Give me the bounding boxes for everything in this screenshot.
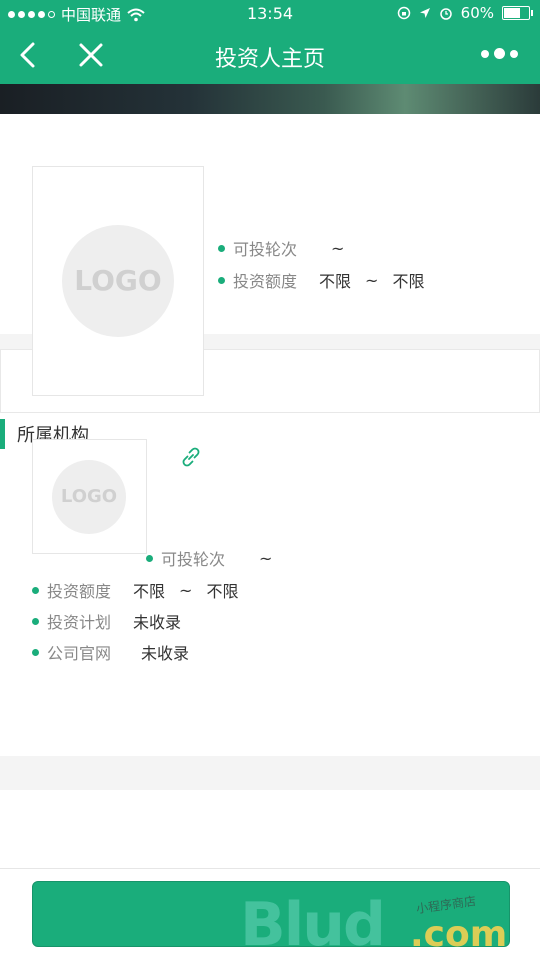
page-title: 投资人主页: [214, 47, 325, 72]
bullet-icon: [32, 617, 39, 625]
org-site-label: 公司官网: [47, 644, 112, 663]
bullet-icon: [218, 276, 225, 284]
investor-amount-sep: ~: [365, 270, 379, 290]
investor-logo: LOGO: [62, 225, 174, 337]
investor-logo-frame: LOGO: [32, 166, 204, 396]
investor-rounds-row: 可投轮次 ~: [218, 236, 344, 260]
org-amount-max: 不限: [206, 582, 239, 601]
bullet-icon: [32, 586, 39, 594]
nav-bar: 投资人主页: [0, 28, 540, 84]
investor-amount-label: 投资额度: [233, 272, 298, 291]
org-plan-value: 未收录: [133, 613, 182, 632]
watermark-logo: Blud .com 小程序商店: [240, 890, 540, 960]
location-icon: [419, 8, 430, 18]
org-plan-label: 投资计划: [47, 613, 112, 632]
org-amount-sep: ~: [179, 580, 193, 600]
battery-percent: 60%: [460, 4, 494, 22]
more-icon[interactable]: [481, 48, 518, 59]
bullet-icon: [146, 554, 153, 562]
watermark-suffix: .com: [410, 914, 508, 955]
org-amount-row: 投资额度 不限 ~ 不限: [32, 578, 238, 602]
section-accent-bar: [0, 419, 5, 449]
org-rounds-value: ~: [259, 548, 273, 568]
investor-rounds-value: ~: [331, 238, 345, 258]
org-rounds-label: 可投轮次: [161, 550, 226, 569]
investor-rounds-label: 可投轮次: [233, 240, 298, 259]
investor-amount-row: 投资额度 不限 ~ 不限: [218, 268, 424, 292]
profile-banner: [0, 84, 540, 114]
header: 中国联通 13:54 60% 投资人主页: [0, 0, 540, 84]
alarm-icon: [439, 8, 452, 20]
rotation-lock-icon: [397, 6, 410, 20]
investor-amount-min: 不限: [319, 272, 352, 291]
org-site-value[interactable]: 未收录: [141, 640, 189, 664]
battery-icon: [502, 6, 533, 20]
org-logo-frame: LOGO: [32, 439, 147, 554]
bullet-icon: [218, 244, 225, 252]
status-bar: 中国联通 13:54 60%: [0, 0, 540, 28]
org-logo: LOGO: [52, 460, 126, 534]
org-rounds-row: 可投轮次 ~: [146, 546, 272, 570]
bottom-divider: [0, 868, 540, 869]
org-amount-min: 不限: [133, 582, 166, 601]
investor-amount-max: 不限: [392, 272, 425, 291]
link-icon[interactable]: [178, 444, 204, 470]
section-divider: [0, 756, 540, 790]
org-amount-label: 投资额度: [47, 582, 112, 601]
watermark-main: Blud: [240, 890, 386, 960]
org-site-row: 公司官网 未收录: [32, 640, 189, 664]
org-plan-row: 投资计划 未收录: [32, 609, 181, 633]
bullet-icon: [32, 648, 39, 656]
